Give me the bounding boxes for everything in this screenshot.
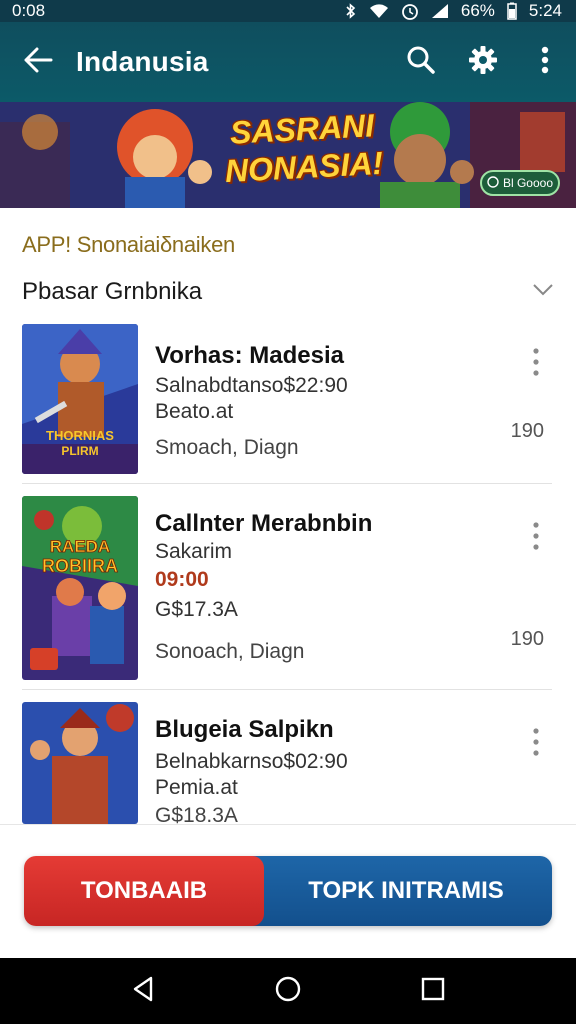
alarm-icon <box>401 2 419 20</box>
back-button[interactable] <box>0 22 76 102</box>
item-subtitle: Sakarim <box>155 540 233 563</box>
nav-home-icon <box>275 976 301 1007</box>
game-thumbnail <box>22 702 138 824</box>
item-menu-button[interactable] <box>524 726 548 762</box>
item-meta: G$18.3A <box>155 804 238 824</box>
page-title: Indanusia <box>76 46 209 77</box>
overflow-menu-button[interactable] <box>514 22 576 102</box>
nav-recents-button[interactable] <box>403 966 463 1016</box>
status-icons: 66% 5:24 <box>345 1 562 21</box>
more-vert-icon <box>533 521 539 556</box>
list-item[interactable]: THORNIAS PLIRM Vorhas: Madesia Salnabdta… <box>22 324 552 484</box>
gear-icon <box>468 45 498 80</box>
battery-icon <box>507 2 517 20</box>
list-item[interactable]: Blugeia Salpikn Belnabkarnso$02:90 Pemia… <box>22 702 552 824</box>
search-button[interactable] <box>390 22 452 102</box>
item-menu-button[interactable] <box>524 520 548 556</box>
item-price: Salnabdtanso$22:90 <box>155 374 348 397</box>
more-vert-icon <box>533 727 539 762</box>
system-nav-bar <box>0 958 576 1024</box>
settings-button[interactable] <box>452 22 514 102</box>
item-menu-button[interactable] <box>524 346 548 382</box>
signal-icon <box>431 3 449 19</box>
list-item[interactable]: RAEDA ROBIIRA Callnter Merabnbin Sakarim… <box>22 496 552 690</box>
action-bar: TONBAAIB TOPK INITRAMIS <box>24 856 552 926</box>
item-title: Callnter Merabnbin <box>155 510 373 537</box>
secondary-action-button[interactable]: TOPK INITRAMIS <box>252 856 552 926</box>
battery-level: 66% <box>460 1 495 20</box>
item-subtitle: Beato.at <box>155 400 234 423</box>
item-count: 190 <box>510 420 544 442</box>
item-subtitle: Pemia.at <box>155 776 238 799</box>
filter-row[interactable]: Pbasar Grnbnika <box>0 270 576 314</box>
item-price-alt: G$17.3A <box>155 598 238 621</box>
nav-home-button[interactable] <box>258 966 318 1016</box>
more-vert-icon <box>533 347 539 382</box>
status-time: 0:08 <box>12 1 46 20</box>
thumb-caption-1: THORNIAS <box>46 428 114 443</box>
primary-action-button[interactable]: TONBAAIB <box>24 856 264 926</box>
item-title: Blugeia Salpikn <box>155 716 334 743</box>
item-meta: Sonoach, Diagn <box>155 640 305 663</box>
nav-recents-icon <box>421 977 445 1006</box>
play-circle-icon <box>487 175 499 191</box>
thumb-caption-2: PLIRM <box>61 444 98 458</box>
section-heading: APP! Snonaiaiδnaiken <box>22 232 235 257</box>
game-thumbnail: THORNIAS PLIRM <box>22 324 138 474</box>
nav-back-button[interactable] <box>113 966 173 1016</box>
chevron-down-icon <box>532 283 554 302</box>
banner-title: SASRANI NONASIA! <box>206 105 400 191</box>
banner-badge[interactable]: Bl Goooo <box>480 170 560 196</box>
item-title: Vorhas: Madesia <box>155 342 344 369</box>
item-price: 09:00 <box>155 568 209 591</box>
status-clock: 5:24 <box>528 1 562 20</box>
promo-banner[interactable]: SASRANI NONASIA! Bl Goooo <box>0 102 576 208</box>
item-price: Belnabkarnso$02:90 <box>155 750 348 773</box>
nav-back-icon <box>131 976 155 1007</box>
search-icon <box>406 45 436 80</box>
wifi-icon <box>369 3 389 19</box>
item-count: 190 <box>510 628 544 650</box>
banner-badge-label: Bl Goooo <box>502 176 554 190</box>
bluetooth-icon <box>345 3 357 19</box>
filter-label: Pbasar Grnbnika <box>22 278 203 305</box>
more-vert-icon <box>541 46 549 79</box>
thumb-caption-2: ROBIIRA <box>42 556 118 576</box>
app-bar: Indanusia <box>0 22 576 102</box>
status-bar: 0:08 66% 5:24 <box>0 0 576 22</box>
game-thumbnail: RAEDA ROBIIRA <box>22 496 138 680</box>
back-arrow-icon <box>23 47 53 78</box>
thumb-caption-1: RAEDA <box>50 537 110 556</box>
item-meta: Smoach, Diagn <box>155 436 299 459</box>
